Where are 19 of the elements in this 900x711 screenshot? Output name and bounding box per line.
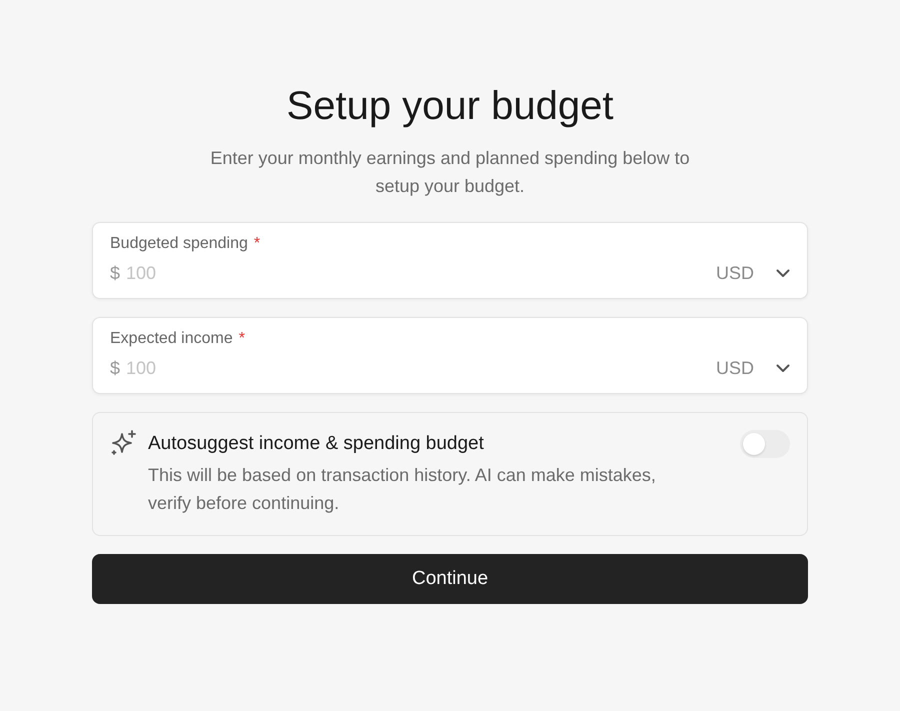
autosuggest-toggle[interactable] — [740, 430, 790, 458]
required-mark: * — [238, 330, 245, 348]
amount-input[interactable]: 100 — [126, 358, 710, 379]
chevron-down-icon — [776, 364, 790, 373]
page-title: Setup your budget — [286, 83, 614, 130]
currency-symbol: $ — [110, 263, 120, 284]
page-subtitle: Enter your monthly earnings and planned spending below to setup your budget. — [209, 147, 691, 198]
autosuggest-title: Autosuggest income & spending budget — [148, 432, 485, 456]
amount-input[interactable]: 100 — [126, 263, 710, 284]
sparkle-icon — [110, 429, 138, 457]
continue-button[interactable]: Continue — [92, 554, 808, 604]
required-mark: * — [254, 235, 260, 253]
currency-symbol: $ — [110, 358, 120, 379]
currency-dropdown[interactable]: USD — [716, 263, 790, 284]
field-label: Expected income — [110, 330, 233, 348]
chevron-down-icon — [776, 269, 790, 278]
field-label: Budgeted spending — [110, 235, 248, 253]
currency-dropdown[interactable]: USD — [716, 358, 790, 379]
autosuggest-description: This will be based on transaction history. AI can make mistakes, verify before continuing. — [148, 464, 657, 515]
